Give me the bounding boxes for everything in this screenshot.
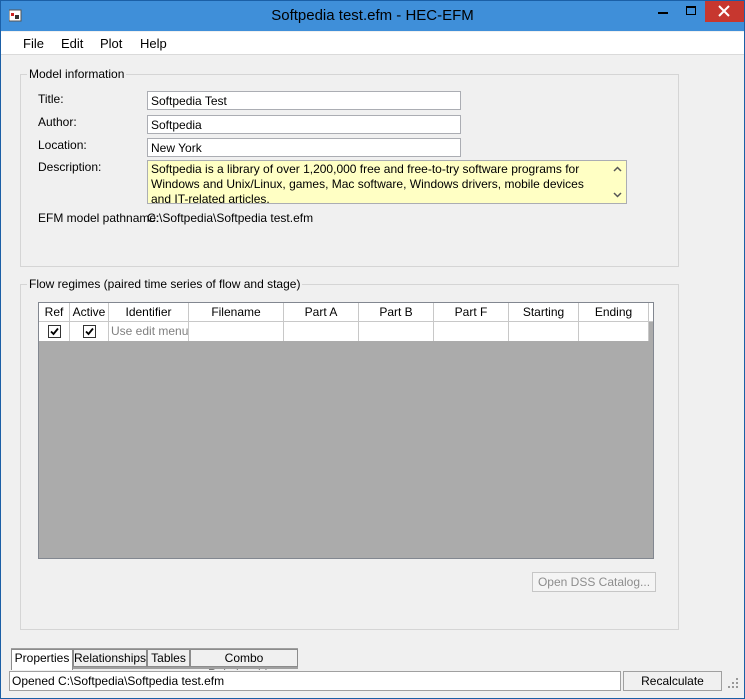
menu-plot[interactable]: Plot [100, 36, 122, 51]
window-title: Softpedia test.efm - HEC-EFM [271, 7, 474, 24]
location-field[interactable]: New York [147, 138, 461, 157]
column-header-filler [649, 303, 653, 322]
author-label: Author: [38, 115, 77, 129]
tab-strip: Properties Relationships Tables Combo Re… [11, 648, 298, 681]
status-text: Opened C:\Softpedia\Softpedia test.efm [9, 671, 621, 691]
menu-help[interactable]: Help [140, 36, 167, 51]
maximize-button[interactable] [677, 1, 705, 22]
model-information-legend: Model information [29, 67, 125, 81]
column-header-ending[interactable]: Ending [579, 303, 649, 322]
table-cell-part-b[interactable] [359, 322, 434, 341]
scroll-up-icon[interactable] [610, 162, 625, 176]
open-dss-catalog-button[interactable]: Open DSS Catalog... [532, 572, 656, 592]
pathname-label: EFM model pathname: [38, 211, 160, 225]
tab-combo-relationships[interactable]: Combo Relationships [190, 649, 298, 681]
column-header-part-f[interactable]: Part F [434, 303, 509, 322]
flow-regimes-table[interactable]: Ref Active Identifier Filename Part A Pa… [38, 302, 654, 559]
title-label: Title: [38, 92, 64, 106]
checkbox-checked-icon [50, 327, 59, 336]
table-cell-ending[interactable] [579, 322, 649, 341]
checkbox-checked-icon [85, 327, 94, 336]
location-label: Location: [38, 138, 87, 152]
description-label: Description: [38, 160, 102, 174]
table-cell-identifier[interactable]: Use edit menu t [109, 322, 189, 341]
tab-tables[interactable]: Tables [147, 649, 190, 667]
table-cell-starting[interactable] [509, 322, 579, 341]
maximize-icon [686, 6, 696, 15]
table-cell-ref[interactable] [39, 322, 70, 341]
tab-properties[interactable]: Properties [11, 649, 73, 670]
column-header-part-b[interactable]: Part B [359, 303, 434, 322]
pathname-value: C:\Softpedia\Softpedia test.efm [147, 211, 314, 225]
ref-checkbox[interactable] [48, 325, 61, 338]
column-header-active[interactable]: Active [70, 303, 109, 322]
column-header-ref[interactable]: Ref [39, 303, 70, 322]
menu-edit[interactable]: Edit [61, 36, 83, 51]
size-grip-icon[interactable] [726, 676, 740, 690]
table-cell-part-a[interactable] [284, 322, 359, 341]
description-text: Softpedia is a library of over 1,200,000… [151, 162, 584, 206]
minimize-button[interactable] [649, 1, 677, 22]
recalculate-button[interactable]: Recalculate [623, 671, 722, 691]
menu-bar: File Edit Plot Help [1, 32, 744, 55]
description-field[interactable]: Softpedia is a library of over 1,200,000… [147, 160, 627, 206]
table-cell-filename[interactable] [189, 322, 284, 341]
column-header-filename[interactable]: Filename [189, 303, 284, 322]
minimize-icon [658, 12, 668, 14]
description-scrollbar[interactable] [610, 162, 625, 202]
column-header-starting[interactable]: Starting [509, 303, 579, 322]
scroll-down-icon[interactable] [610, 188, 625, 202]
menu-file[interactable]: File [23, 36, 44, 51]
title-bar[interactable]: Softpedia test.efm - HEC-EFM [1, 1, 744, 31]
active-checkbox[interactable] [83, 325, 96, 338]
flow-regimes-legend: Flow regimes (paired time series of flow… [29, 277, 301, 291]
table-cell-active[interactable] [70, 322, 109, 341]
status-bar: Opened C:\Softpedia\Softpedia test.efm R… [1, 670, 744, 692]
column-header-part-a[interactable]: Part A [284, 303, 359, 322]
table-cell-part-f[interactable] [434, 322, 509, 341]
tab-relationships[interactable]: Relationships [73, 649, 147, 667]
author-field[interactable]: Softpedia [147, 115, 461, 134]
main-window: Softpedia test.efm - HEC-EFM File Edit P… [0, 0, 745, 699]
close-button[interactable] [705, 1, 744, 22]
column-header-identifier[interactable]: Identifier [109, 303, 189, 322]
close-icon [718, 5, 730, 17]
title-field[interactable]: Softpedia Test [147, 91, 461, 110]
